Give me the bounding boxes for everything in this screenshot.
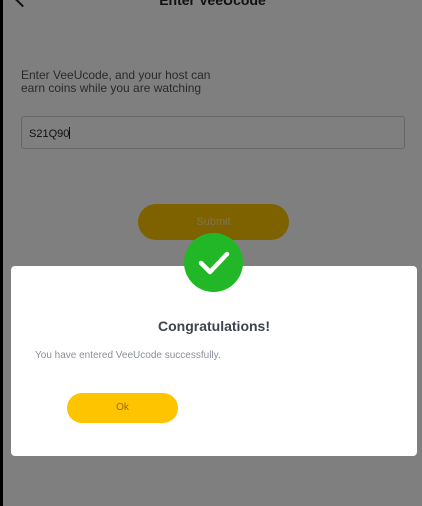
checkmark-icon [198, 251, 230, 275]
ok-button[interactable]: Ok [67, 393, 178, 423]
enter-veeucode-screen: Enter VeeUcode Enter VeeUcode, and your … [3, 0, 422, 506]
check-circle-icon [184, 233, 243, 292]
dialog-title: Congratulations! [158, 318, 270, 334]
dialog-message: You have entered VeeUcode successfully. [35, 350, 221, 361]
success-dialog: Congratulations! You have entered VeeUco… [11, 266, 417, 456]
